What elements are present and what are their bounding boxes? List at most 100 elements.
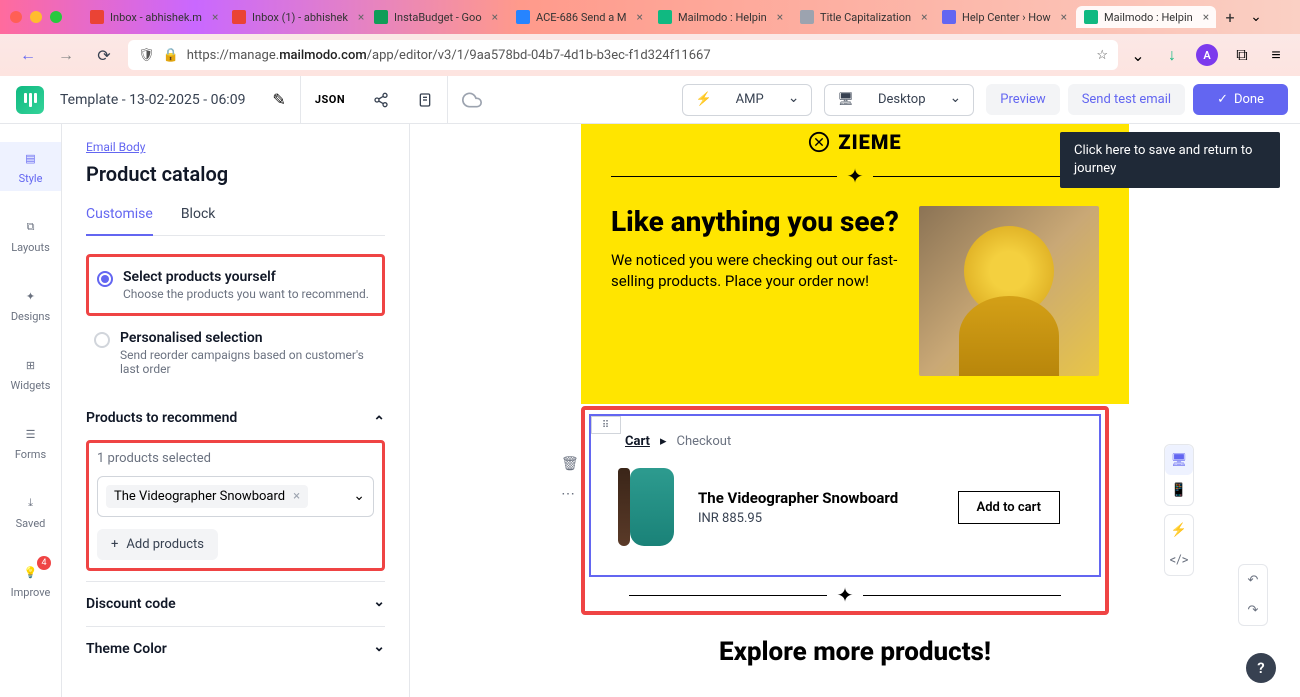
breadcrumb[interactable]: Email Body <box>86 140 385 154</box>
email-canvas: ZIEME ✦ Like anything you see? We notice… <box>410 124 1300 697</box>
rail-saved[interactable]: ⤓Saved <box>0 487 61 536</box>
add-to-cart-button[interactable]: Add to cart <box>958 491 1060 524</box>
close-icon[interactable]: × <box>358 10 364 24</box>
rail-widgets[interactable]: ⊞Widgets <box>0 349 61 398</box>
cart-step[interactable]: Cart <box>625 434 650 449</box>
notes-button[interactable] <box>403 76 447 124</box>
download-icon[interactable]: ↓ <box>1162 45 1182 65</box>
add-products-button[interactable]: + Add products <box>97 529 218 560</box>
undo-icon[interactable]: ↶ <box>1239 565 1267 595</box>
template-name[interactable]: Template - 13-02-2025 - 06:09 <box>60 92 258 108</box>
tab-block[interactable]: Block <box>181 206 216 235</box>
close-icon[interactable]: × <box>777 10 783 24</box>
hero-image <box>919 206 1099 376</box>
desktop-view-icon[interactable]: 🖥 <box>1165 445 1193 475</box>
chip-label: The Videographer Snowboard <box>114 489 285 504</box>
close-icon[interactable]: × <box>637 10 643 24</box>
product-select[interactable]: The Videographer Snowboard × <box>97 476 374 517</box>
browser-tab-active[interactable]: Mailmodo : Helpin× <box>1076 6 1216 28</box>
favicon <box>374 10 388 24</box>
radio-checked[interactable] <box>97 271 113 287</box>
cart-block[interactable]: ⠿ 🗑 ⋯ Cart ▸ Checkout <box>589 414 1101 577</box>
minimize-window[interactable] <box>30 11 42 23</box>
device-selector[interactable]: 🖥Desktop <box>824 84 974 116</box>
products-section-header[interactable]: Products to recommend <box>86 396 385 440</box>
tab-label: Mailmodo : Helpin <box>678 11 767 24</box>
option-title: Personalised selection <box>120 330 385 346</box>
rail-label: Style <box>19 172 43 185</box>
add-products-label: Add products <box>126 537 204 552</box>
close-icon[interactable]: × <box>1203 10 1209 24</box>
browser-tab[interactable]: Inbox - abhishek.m× <box>82 6 222 28</box>
share-button[interactable] <box>359 76 403 124</box>
highlight-box-option: Select products yourself Choose the prod… <box>86 254 385 316</box>
option-select-yourself[interactable]: Select products yourself Choose the prod… <box>97 265 374 305</box>
browser-tab[interactable]: Inbox (1) - abhishek× <box>224 6 364 28</box>
browser-tab[interactable]: Mailmodo : Helpin × <box>650 6 790 28</box>
remove-chip-icon[interactable]: × <box>293 489 300 504</box>
pocket-icon[interactable]: ⌄ <box>1128 45 1148 65</box>
help-button[interactable]: ? <box>1246 653 1276 683</box>
close-icon[interactable]: × <box>492 10 498 24</box>
cloud-sync-button[interactable] <box>448 76 496 124</box>
hero-section[interactable]: ZIEME ✦ Like anything you see? We notice… <box>581 124 1129 404</box>
reload-button[interactable]: ⟳ <box>90 41 118 69</box>
app-logo[interactable] <box>16 86 44 114</box>
rail-forms[interactable]: ☰Forms <box>0 418 61 467</box>
maximize-window[interactable] <box>50 11 62 23</box>
style-icon: ▤ <box>21 148 41 168</box>
radio-unchecked[interactable] <box>94 332 110 348</box>
delete-block-icon[interactable]: 🗑 <box>561 456 579 472</box>
edit-name-button[interactable]: ✎ <box>258 76 299 124</box>
theme-section-header[interactable]: Theme Color <box>86 626 385 671</box>
bookmark-star-icon[interactable]: ☆ <box>1096 48 1108 63</box>
drag-handle[interactable]: ⠿ <box>591 416 621 434</box>
rail-label: Forms <box>15 448 46 461</box>
browser-tab[interactable]: Title Capitalization× <box>792 6 932 28</box>
amp-icon[interactable]: ⚡ <box>1165 515 1193 545</box>
browser-tab[interactable]: ACE-686 Send a M× <box>508 6 648 28</box>
rail-layouts[interactable]: ⧉Layouts <box>0 211 61 260</box>
chevron-down-icon <box>788 92 800 108</box>
preview-button[interactable]: Preview <box>986 84 1059 115</box>
menu-icon[interactable]: ≡ <box>1266 45 1286 65</box>
close-icon[interactable]: × <box>921 10 927 24</box>
more-block-icon[interactable]: ⋯ <box>561 486 579 502</box>
html-icon[interactable]: </> <box>1165 545 1193 575</box>
rail-designs[interactable]: ✦Designs <box>0 280 61 329</box>
done-button[interactable]: ✓Done <box>1193 84 1288 115</box>
highlight-box-products: 1 products selected The Videographer Sno… <box>86 440 385 571</box>
panel-tabs: Customise Block <box>86 206 385 236</box>
extensions-icon[interactable]: ⧉ <box>1232 45 1252 65</box>
browser-tab[interactable]: Help Center › How× <box>934 6 1074 28</box>
checkout-step[interactable]: Checkout <box>676 434 731 449</box>
rail-style[interactable]: ▤ Style <box>0 142 61 191</box>
json-button[interactable]: JSON <box>301 76 359 124</box>
option-personalised[interactable]: Personalised selection Send reorder camp… <box>86 326 385 380</box>
favicon <box>90 10 104 24</box>
undo-redo-tools: ↶ ↷ <box>1238 564 1268 626</box>
divider: ✦ <box>629 583 1061 607</box>
close-window[interactable] <box>10 11 22 23</box>
tab-customise[interactable]: Customise <box>86 206 153 236</box>
chevron-down-icon[interactable] <box>353 487 365 506</box>
rail-improve[interactable]: 4💡Improve <box>0 556 61 605</box>
browser-tab[interactable]: InstaBudget - Goo× <box>366 6 506 28</box>
mobile-view-icon[interactable]: 📱 <box>1165 475 1193 505</box>
tab-list-dropdown[interactable] <box>1244 5 1268 29</box>
back-button[interactable]: ← <box>14 41 42 69</box>
send-test-button[interactable]: Send test email <box>1068 84 1185 115</box>
discount-section-header[interactable]: Discount code <box>86 581 385 626</box>
amp-selector[interactable]: ⚡AMP <box>682 84 812 116</box>
new-tab-button[interactable]: + <box>1218 5 1242 29</box>
close-icon[interactable]: × <box>1061 10 1067 24</box>
product-price: INR 885.95 <box>698 511 934 526</box>
browser-toolbar: ⌄ ↓ A ⧉ ≡ <box>1128 44 1286 66</box>
cart-inner: Cart ▸ Checkout The Videographer Snowboa… <box>591 416 1099 575</box>
redo-icon[interactable]: ↷ <box>1239 595 1267 625</box>
forward-button[interactable]: → <box>52 41 80 69</box>
profile-avatar[interactable]: A <box>1196 44 1218 66</box>
url-input[interactable]: 🛡 🔒 https://manage.mailmodo.com/app/edit… <box>128 40 1118 70</box>
side-rail: ▤ Style ⧉Layouts ✦Designs ⊞Widgets ☰Forms… <box>0 124 62 697</box>
close-icon[interactable]: × <box>212 10 218 24</box>
